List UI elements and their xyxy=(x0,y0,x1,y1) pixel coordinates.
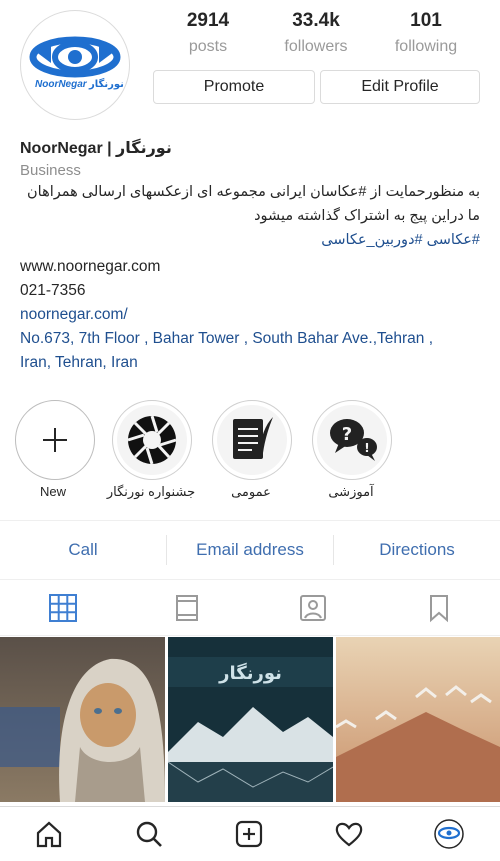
following-count: 101 xyxy=(410,10,442,31)
tagged-icon[interactable] xyxy=(298,593,328,623)
highlight-label-education: آموزشی xyxy=(328,484,374,499)
document-quill-icon xyxy=(233,417,273,459)
highlight-label-new: New xyxy=(39,484,66,499)
call-button[interactable]: Call xyxy=(0,521,166,579)
posts-label: posts xyxy=(188,38,228,55)
stat-following[interactable]: 101 following xyxy=(376,8,476,58)
profile-category: Business xyxy=(20,162,81,179)
bio-line-1: به منظورحمایت از #عکاسان ایرانی مجموعه ا… xyxy=(27,184,480,200)
phone-number: 021-7356 xyxy=(20,282,86,299)
profile-username: NoorNegar | نورنگار xyxy=(20,140,172,157)
photo-birds-mountain xyxy=(336,637,500,802)
highlight-label-general: عمومی xyxy=(231,484,271,499)
svg-text:?: ? xyxy=(342,424,352,445)
photo-child-portrait xyxy=(0,637,165,802)
profile-tab-avatar-icon[interactable] xyxy=(434,819,464,849)
followers-label: followers xyxy=(284,38,348,55)
profile-link[interactable]: noornegar.com/ xyxy=(20,306,128,324)
highlight-new[interactable] xyxy=(15,400,95,480)
address-line-2[interactable]: Iran, Tehran, Iran xyxy=(20,354,138,372)
feed-icon[interactable] xyxy=(172,593,202,623)
noornegar-logo xyxy=(29,36,121,78)
profile-avatar[interactable]: NoorNegar نورنگار xyxy=(20,10,130,120)
speech-question-icon: ? ! xyxy=(330,419,377,461)
grid-icon[interactable] xyxy=(48,593,78,623)
poster-title: نورنگار xyxy=(219,663,282,684)
website-link[interactable]: www.noornegar.com xyxy=(20,258,160,276)
following-label: following xyxy=(394,38,458,55)
contact-action-bar: Call Email address Directions xyxy=(0,520,500,580)
address-line-1[interactable]: No.673, 7th Floor , Bahar Tower , South … xyxy=(20,330,433,348)
edit-profile-button[interactable]: Edit Profile xyxy=(320,70,480,104)
directions-button[interactable]: Directions xyxy=(334,521,500,579)
saved-icon[interactable] xyxy=(424,593,454,623)
email-button[interactable]: Email address xyxy=(167,521,333,579)
logo-text-fa: نورنگار xyxy=(89,79,124,90)
posts-count: 2914 xyxy=(186,10,230,31)
logo-text-en: NoorNegar xyxy=(35,79,87,90)
new-post-icon[interactable] xyxy=(234,819,264,849)
home-icon[interactable] xyxy=(34,819,64,849)
plus-icon xyxy=(43,428,67,452)
grid-post-1[interactable] xyxy=(0,637,165,802)
bio-hashtags[interactable]: #عکاسی #دوربین_عکاسی xyxy=(321,232,480,248)
bio-line-2: ما دراین پیج به اشتراک گذاشته میشود xyxy=(254,208,480,224)
grid-post-3[interactable] xyxy=(336,637,500,802)
festival-poster xyxy=(168,637,333,802)
stat-followers[interactable]: 33.4k followers xyxy=(266,8,366,58)
stat-posts[interactable]: 2914 posts xyxy=(158,8,258,58)
camera-aperture-icon xyxy=(127,415,177,465)
bottom-navigation xyxy=(0,806,500,861)
activity-heart-icon[interactable] xyxy=(334,819,364,849)
highlight-label-festival: جشنواره نورنگار xyxy=(106,484,196,499)
svg-text:!: ! xyxy=(364,441,369,455)
grid-post-2[interactable]: نورنگار xyxy=(168,637,333,802)
followers-count: 33.4k xyxy=(292,10,340,31)
highlight-education[interactable]: ? ! xyxy=(312,400,392,480)
profile-tabs xyxy=(0,579,500,636)
promote-button[interactable]: Promote xyxy=(153,70,315,104)
search-icon[interactable] xyxy=(134,819,164,849)
highlight-festival[interactable] xyxy=(112,400,192,480)
highlight-general[interactable] xyxy=(212,400,292,480)
